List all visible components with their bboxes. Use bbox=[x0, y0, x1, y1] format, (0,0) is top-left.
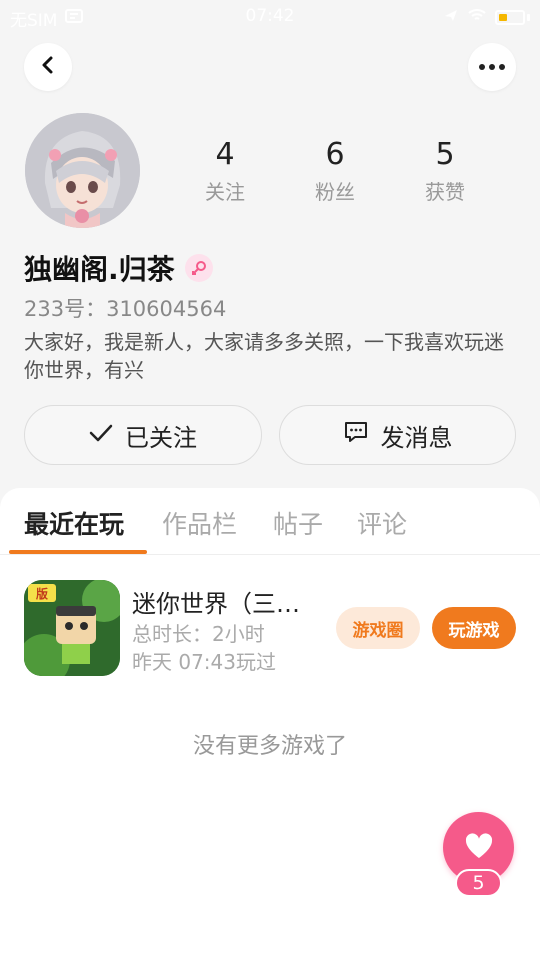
battery-icon bbox=[495, 10, 525, 25]
tab-indicator bbox=[9, 550, 147, 554]
chevron-left-icon bbox=[38, 55, 58, 79]
game-circle-button[interactable]: 游戏圈 bbox=[336, 607, 420, 649]
tab-recent[interactable]: 最近在玩 bbox=[24, 505, 124, 541]
no-more-games-text: 没有更多游戏了 bbox=[192, 734, 347, 759]
tab-bar: 最近在玩 作品栏 帖子 评论 bbox=[0, 488, 540, 555]
user-id: 233号：310604564 bbox=[24, 297, 227, 321]
play-game-button[interactable]: 玩游戏 bbox=[432, 607, 516, 649]
stat-followers[interactable]: 6 粉丝 bbox=[280, 136, 390, 205]
like-count-badge: 5 bbox=[455, 869, 502, 897]
svg-text:版: 版 bbox=[36, 586, 48, 601]
tab-works[interactable]: 作品栏 bbox=[162, 505, 237, 541]
bio: 大家好，我是新人，大家请多多关照，一下我喜欢玩迷你世界，有兴 bbox=[24, 330, 504, 382]
game-list-item[interactable]: 版 迷你世界（三… 总时长：2小时 昨天 07:43玩过 游戏圈 玩游戏 bbox=[24, 580, 516, 676]
stat-likes[interactable]: 5 获赞 bbox=[390, 136, 500, 205]
game-title: 迷你世界（三… bbox=[132, 590, 300, 618]
stat-likes-label: 获赞 bbox=[425, 180, 465, 204]
stat-followers-value: 6 bbox=[325, 137, 345, 172]
wifi-icon bbox=[467, 7, 487, 28]
tab-posts[interactable]: 帖子 bbox=[273, 505, 323, 541]
battery-cap bbox=[527, 14, 530, 21]
follow-button[interactable]: 已关注 bbox=[24, 405, 262, 465]
airplane-icon bbox=[443, 7, 459, 28]
stats-row: 4 关注 6 粉丝 5 获赞 bbox=[170, 136, 500, 205]
stat-following[interactable]: 4 关注 bbox=[170, 136, 280, 205]
follow-button-label: 已关注 bbox=[125, 423, 197, 452]
stat-following-value: 4 bbox=[215, 137, 235, 172]
female-icon bbox=[184, 254, 213, 282]
message-button-label: 发消息 bbox=[380, 423, 453, 452]
tab-comments[interactable]: 评论 bbox=[357, 505, 407, 541]
check-icon bbox=[89, 421, 113, 449]
username: 独幽阁.归茶 bbox=[24, 253, 175, 286]
message-button[interactable]: 发消息 bbox=[279, 405, 516, 465]
stat-followers-label: 粉丝 bbox=[315, 180, 355, 204]
stat-following-label: 关注 bbox=[205, 180, 245, 204]
status-bar: 无SIM 07:42 bbox=[0, 0, 540, 34]
game-icon[interactable]: 版 bbox=[24, 580, 120, 676]
more-button[interactable] bbox=[468, 43, 516, 91]
more-dots-icon bbox=[479, 64, 505, 70]
status-right bbox=[443, 7, 530, 28]
game-last-played: 昨天 07:43玩过 bbox=[132, 650, 276, 674]
game-duration: 总时长：2小时 bbox=[132, 622, 265, 646]
back-button[interactable] bbox=[24, 43, 72, 91]
heart-icon bbox=[464, 832, 494, 864]
username-row: 独幽阁.归茶 bbox=[24, 248, 213, 288]
chat-bubble-icon bbox=[343, 420, 369, 450]
stat-likes-value: 5 bbox=[435, 137, 455, 172]
avatar[interactable] bbox=[25, 113, 140, 228]
